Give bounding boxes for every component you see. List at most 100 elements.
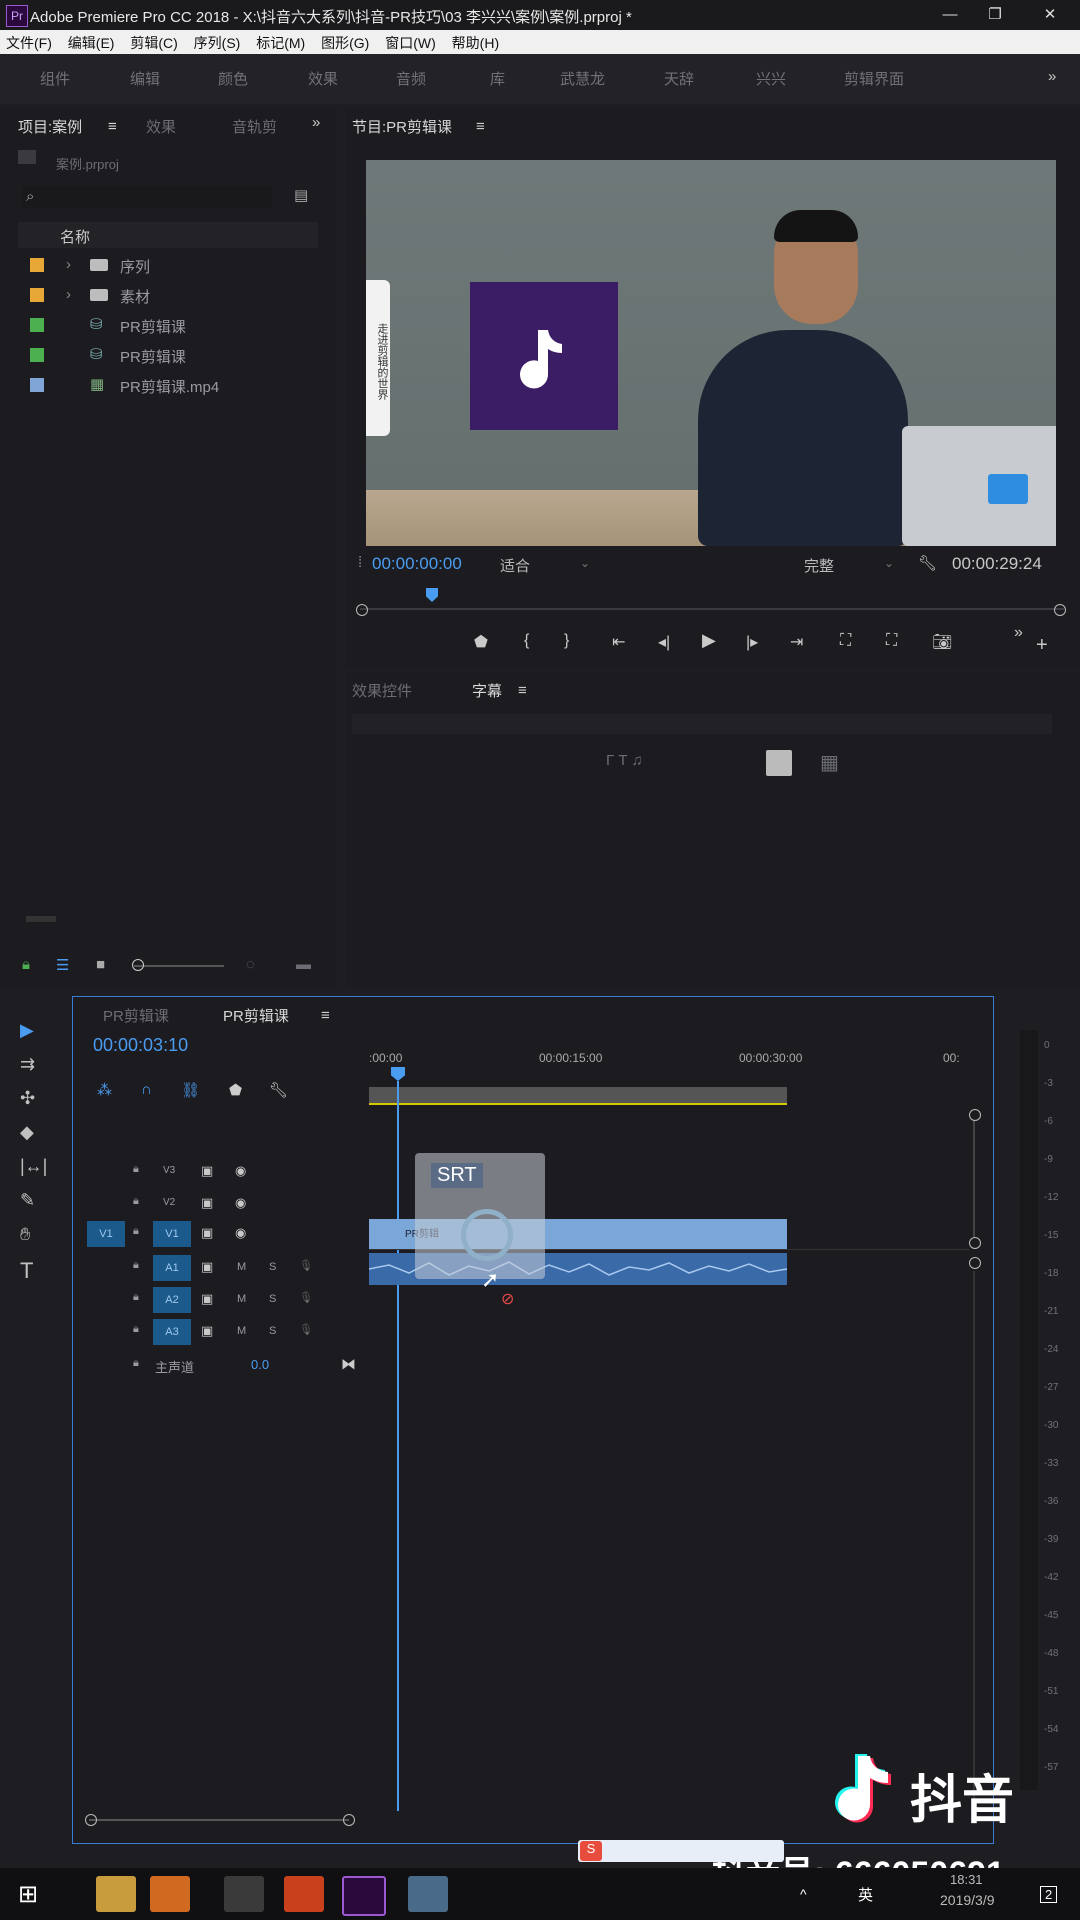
fit-dropdown[interactable]: 适合	[500, 555, 530, 576]
sync-lock-icon[interactable]: ▣	[201, 1259, 213, 1275]
tab-sequence[interactable]: PR剪辑课	[103, 1005, 169, 1026]
notification-count-badge[interactable]: 2	[1040, 1886, 1058, 1903]
mute-button[interactable]: M	[237, 1325, 246, 1337]
project-search-input[interactable]: ⌕	[22, 186, 272, 208]
mute-button[interactable]: M	[237, 1293, 246, 1305]
timeline-settings-wrench-icon[interactable]: 🔧︎	[269, 1081, 288, 1099]
tab-menu-icon[interactable]: ≡	[108, 118, 117, 135]
resolution-dropdown[interactable]: 完整	[804, 555, 834, 576]
project-item[interactable]: ▦ PR剪辑课.mp4	[18, 370, 318, 398]
sync-lock-icon[interactable]: ▣	[201, 1323, 213, 1339]
workspace-libraries[interactable]: 库	[490, 68, 505, 89]
workspace-overflow-icon[interactable]: »	[1048, 68, 1056, 85]
powerpoint-icon[interactable]	[284, 1876, 324, 1912]
track-target-v1[interactable]: V1	[153, 1221, 191, 1247]
grid-position-icon[interactable]: ▦	[820, 750, 839, 775]
solo-button[interactable]: S	[269, 1261, 276, 1273]
caption-color-swatch[interactable]	[766, 750, 792, 776]
menu-help[interactable]: 帮助(H)	[446, 30, 505, 53]
maximize-button[interactable]: ❐	[975, 4, 1015, 26]
workspace-custom-4[interactable]: 剪辑界面	[844, 68, 904, 89]
app-icon[interactable]	[224, 1876, 264, 1912]
export-frame-camera-icon[interactable]: 📷︎	[932, 632, 952, 652]
track-target-a3[interactable]: A3	[153, 1319, 191, 1345]
track-select-tool-icon[interactable]: ⇉	[20, 1054, 35, 1075]
mark-in-icon[interactable]: {	[524, 632, 529, 650]
timeline-playhead-handle[interactable]	[391, 1067, 405, 1081]
mark-out-icon[interactable]: }	[564, 632, 569, 650]
tab-effects[interactable]: 效果	[146, 116, 176, 137]
menu-graphics[interactable]: 图形(G)	[315, 30, 375, 53]
workspace-custom-2[interactable]: 天辞	[664, 68, 694, 89]
ime-toolbar[interactable]: S	[578, 1840, 784, 1862]
sync-lock-icon[interactable]: ▣	[201, 1195, 213, 1211]
tab-captions[interactable]: 字幕	[472, 680, 502, 701]
solo-button[interactable]: S	[269, 1325, 276, 1337]
extract-icon[interactable]: ⛶	[886, 632, 897, 650]
sync-lock-icon[interactable]: ▣	[201, 1291, 213, 1307]
tab-project[interactable]: 项目:案例	[18, 116, 82, 137]
scrub-start-handle[interactable]	[356, 604, 368, 616]
project-item[interactable]: › 素材	[18, 280, 318, 308]
vertical-scroll-handle[interactable]	[969, 1237, 981, 1249]
menu-edit[interactable]: 编辑(E)	[62, 30, 121, 53]
voice-over-mic-icon[interactable]: 🎙︎	[299, 1259, 313, 1272]
project-item[interactable]: › 序列	[18, 250, 318, 278]
razor-tool-icon[interactable]: ◆	[20, 1122, 34, 1143]
list-view-icon[interactable]: ☰	[56, 956, 69, 974]
pen-tool-icon[interactable]: ✎	[20, 1190, 35, 1211]
mute-button[interactable]: M	[237, 1261, 246, 1273]
monitor-scrub-bar[interactable]	[360, 608, 1064, 610]
menu-file[interactable]: 文件(F)	[0, 30, 58, 53]
workspace-color[interactable]: 颜色	[218, 68, 248, 89]
lock-icon[interactable]: 🔒︎	[133, 1195, 139, 1208]
vertical-scroll-handle[interactable]	[969, 1109, 981, 1121]
horizontal-scrollbar[interactable]	[26, 916, 56, 922]
snap-magnet-icon[interactable]: ∩	[141, 1081, 152, 1098]
selection-tool-icon[interactable]: ▶	[20, 1020, 34, 1041]
step-back-icon[interactable]: ◂|	[658, 632, 670, 652]
button-editor-plus-icon[interactable]: +	[1036, 634, 1048, 657]
sort-icon[interactable]: ◌	[246, 956, 255, 973]
wrench-icon[interactable]: 🔧︎	[918, 554, 937, 572]
video-frame[interactable]: 走进剪辑的世界	[366, 160, 1056, 546]
go-to-in-icon[interactable]: ⇤	[612, 632, 625, 652]
sync-lock-icon[interactable]: ▣	[201, 1225, 213, 1241]
menu-clip[interactable]: 剪辑(C)	[124, 30, 183, 53]
type-tool-icon[interactable]: T	[20, 1258, 33, 1284]
lock-icon[interactable]: 🔒︎	[133, 1291, 139, 1304]
timeline-timecode[interactable]: 00:00:03:10	[93, 1035, 188, 1056]
tab-effect-controls[interactable]: 效果控件	[352, 680, 412, 701]
workspace-custom-3[interactable]: 兴兴	[756, 68, 786, 89]
minimize-button[interactable]: —	[930, 4, 970, 26]
vertical-scrollbar[interactable]	[973, 1121, 975, 1237]
sync-lock-icon[interactable]: ▣	[201, 1163, 213, 1179]
zoom-slider-handle[interactable]	[132, 959, 144, 971]
project-item[interactable]: ⛁ PR剪辑课	[18, 340, 318, 368]
lock-icon[interactable]: 🔒︎	[133, 1323, 139, 1336]
go-to-end-icon[interactable]: ⧓	[341, 1355, 356, 1373]
workspace-audio[interactable]: 音频	[396, 68, 426, 89]
eye-icon[interactable]: ◉	[235, 1225, 246, 1241]
menu-marker[interactable]: 标记(M)	[250, 30, 311, 53]
menu-sequence[interactable]: 序列(S)	[188, 30, 247, 53]
lock-icon[interactable]: 🔒︎	[133, 1163, 139, 1176]
nest-sequence-icon[interactable]: ⁂	[97, 1081, 112, 1099]
new-item-icon[interactable]: ▬	[296, 956, 311, 973]
vertical-scroll-handle[interactable]	[969, 1257, 981, 1269]
lift-icon[interactable]: ⛶	[840, 632, 851, 650]
scrub-end-handle[interactable]	[1054, 604, 1066, 616]
tab-audio-clip-mixer[interactable]: 音轨剪	[232, 116, 277, 137]
premiere-taskbar-icon[interactable]	[342, 1876, 386, 1916]
step-forward-icon[interactable]: |▸	[746, 632, 758, 652]
ime-language-indicator[interactable]: 英	[858, 1884, 873, 1905]
vertical-scrollbar[interactable]	[973, 1271, 975, 1811]
tab-menu-icon[interactable]: ≡	[321, 1007, 330, 1024]
menu-window[interactable]: 窗口(W)	[379, 30, 442, 53]
panel-overflow-icon[interactable]: »	[312, 114, 320, 131]
voice-over-mic-icon[interactable]: 🎙︎	[299, 1323, 313, 1336]
tab-sequence-active[interactable]: PR剪辑课	[223, 1005, 289, 1026]
windows-start-icon[interactable]: ⊞	[18, 1880, 38, 1909]
expand-chevron-icon[interactable]: ›	[66, 286, 71, 303]
lock-icon[interactable]: 🔒︎	[133, 1357, 139, 1370]
